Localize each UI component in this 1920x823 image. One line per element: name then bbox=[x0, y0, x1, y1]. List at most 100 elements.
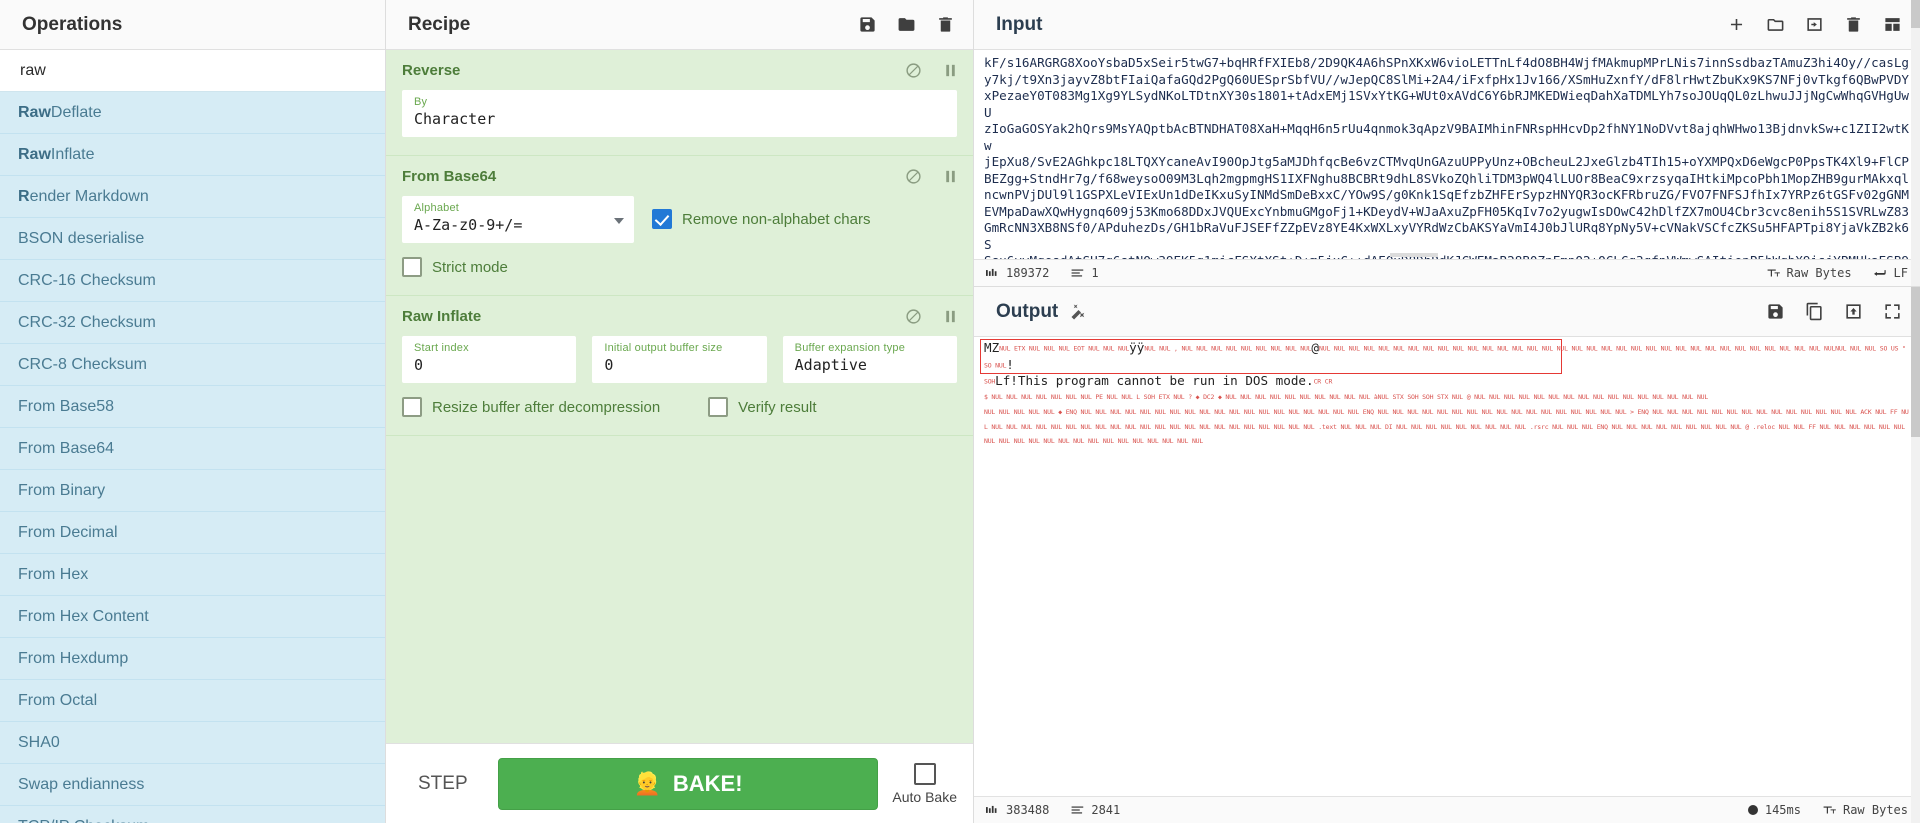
operation-list-item[interactable]: From Hex bbox=[0, 554, 385, 596]
checkbox-group: Resize buffer after decompression Verify … bbox=[402, 397, 957, 417]
operation-list-item[interactable]: From Octal bbox=[0, 680, 385, 722]
operation-list-item[interactable]: From Decimal bbox=[0, 512, 385, 554]
clear-recipe-trash-icon[interactable] bbox=[936, 15, 955, 34]
operation-list-item[interactable]: From Base58 bbox=[0, 386, 385, 428]
operations-list: Raw DeflateRaw InflateRender MarkdownBSO… bbox=[0, 92, 385, 823]
input-eol-status[interactable]: LF bbox=[1874, 266, 1908, 280]
recipe-header: Recipe bbox=[386, 0, 973, 50]
disable-operation-icon[interactable] bbox=[905, 168, 922, 185]
operation-name-rest: SHA0 bbox=[18, 734, 60, 752]
checkbox-label: Remove non-alphabet chars bbox=[682, 211, 870, 228]
arg-field-alphabet[interactable]: AlphabetA-Za-z0-9+/= bbox=[402, 196, 634, 243]
arg-field-initial-output-buffer-size[interactable]: Initial output buffer size0 bbox=[592, 336, 766, 383]
operations-search-row[interactable] bbox=[0, 50, 385, 92]
arg-field-by[interactable]: ByCharacter bbox=[402, 90, 957, 137]
step-button[interactable]: STEP bbox=[402, 773, 484, 795]
operation-list-item[interactable]: CRC-32 Checksum bbox=[0, 302, 385, 344]
arg-value[interactable]: A-Za-z0-9+/= bbox=[414, 215, 606, 235]
operation-list-item[interactable]: From Hex Content bbox=[0, 596, 385, 638]
cyberchef-app: Operations Raw DeflateRaw InflateRender … bbox=[0, 0, 1920, 823]
operation-name-rest: From Hex bbox=[18, 566, 88, 584]
pause-breakpoint-icon[interactable] bbox=[942, 168, 959, 185]
maximize-output-icon[interactable] bbox=[1883, 302, 1902, 321]
arg-value[interactable]: 0 bbox=[414, 355, 564, 375]
operation-name-rest: From Hexdump bbox=[18, 650, 128, 668]
scrollbar-thumb[interactable] bbox=[1911, 0, 1920, 28]
arg-value[interactable]: Character bbox=[414, 109, 945, 129]
operation-list-item[interactable]: Raw Inflate bbox=[0, 134, 385, 176]
operation-list-item[interactable]: BSON deserialise bbox=[0, 218, 385, 260]
operation-list-item[interactable]: Render Markdown bbox=[0, 176, 385, 218]
input-textarea[interactable]: kF/s16ARGRG8XooYsbaD5xSeir5twG7+bqHRfFXI… bbox=[974, 50, 1920, 259]
checkbox-strict-mode[interactable] bbox=[402, 257, 422, 277]
operation-list-item[interactable]: CRC-16 Checksum bbox=[0, 260, 385, 302]
disable-operation-icon[interactable] bbox=[905, 308, 922, 325]
operation-list-item[interactable]: Swap endianness bbox=[0, 764, 385, 806]
output-type-status[interactable]: Raw Bytes bbox=[1823, 803, 1908, 817]
input-eol-value: LF bbox=[1894, 266, 1908, 280]
checkbox-row[interactable]: Verify result bbox=[708, 397, 816, 417]
chevron-down-icon[interactable] bbox=[614, 218, 624, 224]
operation-name-rest: CRC-32 Checksum bbox=[18, 314, 156, 332]
scrollbar-thumb[interactable] bbox=[1911, 287, 1920, 437]
input-type-status[interactable]: Raw Bytes bbox=[1767, 266, 1852, 280]
vertical-scrollbar[interactable] bbox=[1911, 287, 1920, 823]
arg-value[interactable]: Adaptive bbox=[795, 355, 945, 375]
replace-input-icon[interactable] bbox=[1844, 302, 1863, 321]
control-char-glyphs: CR CR bbox=[1314, 378, 1333, 386]
arg-value[interactable]: 0 bbox=[604, 355, 754, 375]
auto-bake-checkbox[interactable] bbox=[914, 763, 936, 785]
pause-breakpoint-icon[interactable] bbox=[942, 62, 959, 79]
operation-list-item[interactable]: TCP/IP Checksum bbox=[0, 806, 385, 823]
add-tab-icon[interactable] bbox=[1727, 15, 1746, 34]
search-input[interactable] bbox=[18, 61, 367, 81]
output-header: Output bbox=[974, 287, 1920, 337]
arg-label: By bbox=[414, 96, 945, 109]
pause-breakpoint-icon[interactable] bbox=[942, 308, 959, 325]
output-time-value: 145ms bbox=[1765, 803, 1801, 817]
operation-list-item[interactable]: From Binary bbox=[0, 470, 385, 512]
checkbox-remove-non-alphabet-chars[interactable] bbox=[652, 209, 672, 229]
save-output-icon[interactable] bbox=[1766, 302, 1785, 321]
operation-list-item[interactable]: SHA0 bbox=[0, 722, 385, 764]
checkbox-row[interactable]: Remove non-alphabet chars bbox=[652, 196, 870, 242]
input-horizontal-scrollbar[interactable] bbox=[974, 253, 1920, 259]
recipe-operation-controls bbox=[905, 168, 959, 185]
input-header: Input bbox=[974, 0, 1920, 50]
disable-operation-icon[interactable] bbox=[905, 62, 922, 79]
auto-bake-toggle[interactable]: Auto Bake bbox=[892, 763, 957, 805]
operation-list-item[interactable]: CRC-8 Checksum bbox=[0, 344, 385, 386]
operation-name-rest: CRC-8 Checksum bbox=[18, 356, 147, 374]
open-input-icon[interactable] bbox=[1805, 15, 1824, 34]
checkbox-resize-buffer-after-decompression[interactable] bbox=[402, 397, 422, 417]
save-recipe-icon[interactable] bbox=[858, 15, 877, 34]
load-recipe-folder-icon[interactable] bbox=[897, 15, 916, 34]
copy-output-icon[interactable] bbox=[1805, 302, 1824, 321]
input-title: Input bbox=[996, 14, 1042, 36]
tabs-layout-icon[interactable] bbox=[1883, 15, 1902, 34]
output-content[interactable]: MZNUL ETX NUL NUL NUL EOT NUL NUL NULÿÿN… bbox=[974, 337, 1920, 796]
bake-button[interactable]: 👱 BAKE! bbox=[498, 758, 879, 810]
magic-wand-icon[interactable] bbox=[1070, 303, 1088, 321]
operation-list-item[interactable]: Raw Deflate bbox=[0, 92, 385, 134]
clear-io-trash-icon[interactable] bbox=[1844, 15, 1863, 34]
checkbox-row[interactable]: Strict mode bbox=[402, 257, 508, 277]
recipe-title: Recipe bbox=[408, 14, 858, 36]
recipe-operation-title: Raw Inflate bbox=[402, 308, 957, 325]
input-type-icon bbox=[1767, 267, 1781, 279]
recipe-operation[interactable]: ReverseByCharacter bbox=[386, 50, 973, 156]
checkbox-row[interactable]: Resize buffer after decompression bbox=[402, 397, 660, 417]
char-count-icon bbox=[986, 804, 1000, 816]
operation-name-rest: Swap endianness bbox=[18, 776, 144, 794]
operation-list-item[interactable]: From Hexdump bbox=[0, 638, 385, 680]
arg-field-start-index[interactable]: Start index0 bbox=[402, 336, 576, 383]
operation-list-item[interactable]: From Base64 bbox=[0, 428, 385, 470]
checkbox-verify-result[interactable] bbox=[708, 397, 728, 417]
operation-name-rest: Inflate bbox=[51, 146, 95, 164]
open-folder-icon[interactable] bbox=[1766, 15, 1785, 34]
recipe-operation[interactable]: Raw Inflate Start index0 Initial output bu… bbox=[386, 296, 973, 436]
arg-field-buffer-expansion-type[interactable]: Buffer expansion typeAdaptive bbox=[783, 336, 957, 383]
recipe-operation[interactable]: From Base64AlphabetA-Za-z0-9+/=Remove no… bbox=[386, 156, 973, 296]
vertical-scrollbar[interactable] bbox=[1911, 0, 1920, 286]
input-header-icons bbox=[1727, 15, 1902, 34]
